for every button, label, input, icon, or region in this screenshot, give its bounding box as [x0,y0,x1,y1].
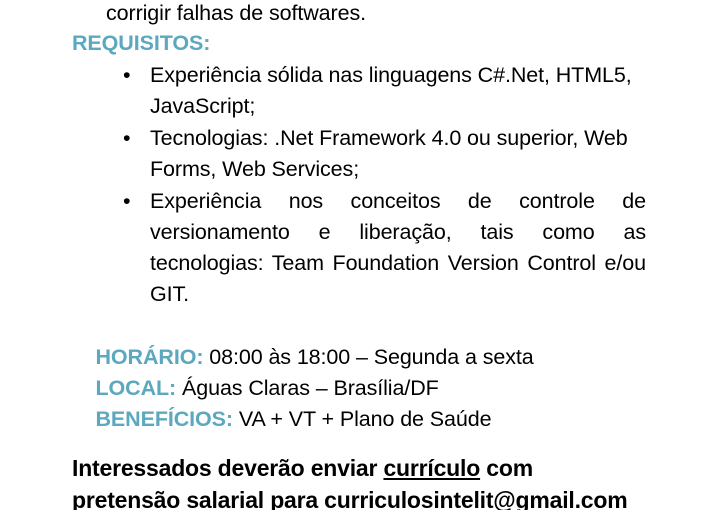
detail-value-beneficios: VA + VT + Plano de Saúde [232,407,492,431]
list-item-text: Tecnologias: .Net Framework 4.0 ou super… [150,126,628,181]
paragraph-continuation-line: corrigir falhas de softwares. [106,1,366,25]
closing-underlined-curriculo: currículo [383,455,481,481]
closing-text-part2: com [480,455,533,481]
bullet-icon: • [123,63,131,87]
bullet-icon: • [123,126,131,150]
document-page: corrigir falhas de softwares. REQUISITOS… [0,0,720,510]
requisitos-bullet-list: • Experiência sólida nas linguagens C#.N… [0,60,720,310]
list-item: • Experiência nos conceitos de controle … [0,186,720,310]
section-heading-requisitos: REQUISITOS: [72,31,211,55]
bullet-icon: • [123,189,131,213]
closing-text-part1: Interessados deverão enviar [72,455,384,481]
list-item-text: Experiência sólida nas linguagens C#.Net… [150,63,632,118]
list-item: • Tecnologias: .Net Framework 4.0 ou sup… [0,123,720,185]
detail-label-beneficios: BENEFÍCIOS: [95,407,234,431]
closing-email-line: pretensão salarial para curriculosinteli… [72,487,628,510]
list-item: • Experiência sólida nas linguagens C#.N… [0,60,720,122]
list-item-text: Experiência nos conceitos de controle de… [150,189,646,306]
closing-paragraph: Interessados deverão enviar currículo co… [72,452,648,510]
